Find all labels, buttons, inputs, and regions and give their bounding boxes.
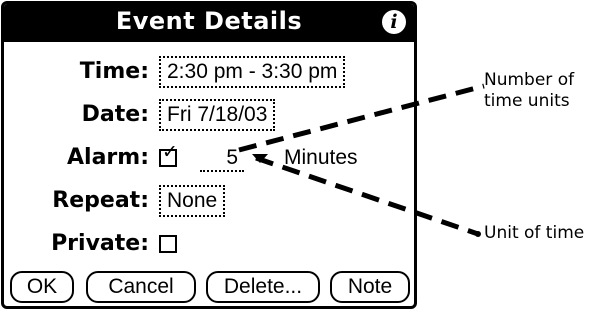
- unit-callout-dot: [475, 231, 481, 237]
- cancel-button[interactable]: Cancel: [86, 271, 196, 303]
- private-label: Private:: [51, 231, 149, 256]
- alarm-number-field[interactable]: 5: [200, 146, 244, 172]
- number-callout-line1: Number of: [484, 70, 575, 90]
- alarm-label: Alarm:: [67, 145, 149, 170]
- time-field[interactable]: 2:30 pm - 3:30 pm: [159, 56, 346, 88]
- number-callout-line2: time units: [484, 91, 570, 111]
- time-label: Time:: [79, 59, 149, 84]
- note-button[interactable]: Note: [330, 271, 410, 303]
- delete-button[interactable]: Delete...: [206, 271, 320, 303]
- dialog-title-bar: Event Details i: [4, 4, 414, 42]
- alarm-checkbox[interactable]: ✓: [159, 142, 178, 167]
- info-icon[interactable]: i: [382, 10, 406, 34]
- check-icon: ✓: [162, 141, 178, 163]
- unit-of-time-callout: Unit of time: [484, 223, 585, 243]
- repeat-field[interactable]: None: [159, 185, 226, 217]
- date-label: Date:: [81, 102, 149, 127]
- date-field[interactable]: Fri 7/18/03: [159, 99, 276, 131]
- private-checkbox[interactable]: [159, 235, 177, 253]
- repeat-label: Repeat:: [52, 188, 149, 213]
- dropdown-arrow-icon[interactable]: [252, 154, 268, 163]
- alarm-unit-selector[interactable]: Minutes: [284, 144, 358, 172]
- number-of-time-units-callout: Number of time units: [484, 70, 574, 112]
- dialog-title: Event Details: [115, 7, 303, 35]
- ok-button[interactable]: OK: [10, 271, 74, 303]
- event-details-dialog: Event Details i Time: 2:30 pm - 3:30 pm …: [1, 1, 417, 309]
